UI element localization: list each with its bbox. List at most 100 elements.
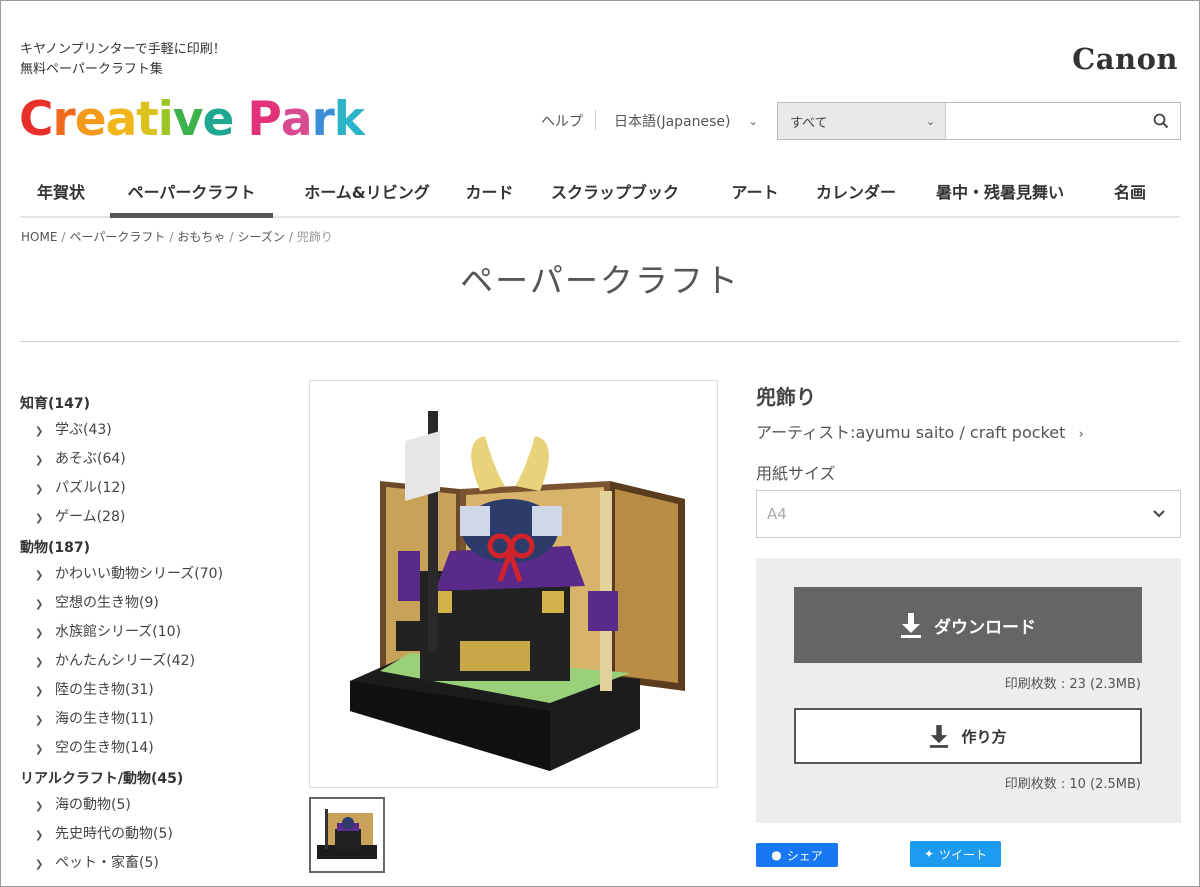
divider xyxy=(20,341,1180,342)
breadcrumb-link[interactable]: おもちゃ xyxy=(177,230,225,244)
paper-size-value: A4 xyxy=(767,505,787,523)
search-category-label: すべて xyxy=(790,115,828,131)
kabuto-craft-image xyxy=(350,411,685,771)
tagline-line-1: キヤノンプリンターで手軽に印刷！ xyxy=(20,42,226,57)
category-item[interactable]: ❯ かんたんシリーズ(42) xyxy=(20,647,280,676)
category-item-label: パズル(12) xyxy=(55,480,126,496)
twitter-share-label: ツイート xyxy=(939,847,988,862)
search-input[interactable] xyxy=(946,103,1143,139)
category-item[interactable]: ❯ かわいい動物シリーズ(70) xyxy=(20,560,280,589)
nav-item[interactable]: ペーパークラフト xyxy=(110,166,273,218)
page-title: ペーパークラフト xyxy=(460,261,740,300)
facebook-share-button[interactable]: ● シェア xyxy=(756,843,838,867)
chevron-right-icon: ❯ xyxy=(35,570,44,581)
product-thumbnail[interactable] xyxy=(309,797,385,873)
main-nav: 年賀状 ペーパークラフト ホーム&リビング カード スクラップブック アート カレンダー 暑中… xyxy=(20,166,1180,218)
chevron-right-icon: ❯ xyxy=(35,599,44,610)
chevron-right-icon: ❯ xyxy=(35,426,44,437)
site-tagline: キヤノンプリンターで手軽に印刷！ 無料ペーパークラフト集 xyxy=(20,40,226,80)
category-item-label: ペット・家畜(5) xyxy=(55,855,159,871)
logo-letter: C xyxy=(19,92,53,147)
category-item[interactable]: ❯ 先史時代の動物(5) xyxy=(20,820,280,849)
logo-letter: a xyxy=(280,92,313,147)
breadcrumb-separator: / xyxy=(169,230,174,244)
category-item-label: 先史時代の動物(5) xyxy=(55,826,173,842)
nav-item[interactable]: カレンダー xyxy=(800,166,912,216)
logo-letter: i xyxy=(157,92,174,147)
nav-item[interactable]: カード xyxy=(452,166,527,216)
search-button[interactable] xyxy=(1142,103,1180,139)
nav-item[interactable]: アート xyxy=(710,166,800,216)
category-item-label: 空想の生き物(9) xyxy=(55,595,159,611)
help-link[interactable]: ヘルプ xyxy=(541,103,583,139)
category-item[interactable]: ❯ 空の生き物(14) xyxy=(20,734,280,763)
chevron-right-icon: ❯ xyxy=(35,484,44,495)
category-item[interactable]: ❯ あそぶ(64) xyxy=(20,445,280,474)
nav-item[interactable]: 名画 xyxy=(1095,166,1165,216)
artist-label: アーティスト:ayumu saito / craft pocket xyxy=(756,423,1066,442)
download-panel: ダウンロード 印刷枚数 : 23 (2.3MB) 作り方 印刷枚数 : 10 (… xyxy=(756,558,1181,823)
category-item[interactable]: ❯ 海の生き物(11) xyxy=(20,705,280,734)
category-item[interactable]: ❯ ペット・家畜(5) xyxy=(20,849,280,878)
facebook-share-label: シェア xyxy=(786,848,823,863)
category-item-label: あそぶ(64) xyxy=(55,451,126,467)
divider xyxy=(595,110,596,130)
download-button[interactable]: ダウンロード xyxy=(794,587,1142,663)
category-item-label: ゲーム(28) xyxy=(55,509,126,525)
howto-button[interactable]: 作り方 xyxy=(794,708,1142,764)
logo-letter: r xyxy=(311,92,335,147)
chevron-right-icon: ❯ xyxy=(35,657,44,668)
breadcrumb-current: 兜飾り xyxy=(296,230,333,244)
search-category-select[interactable]: すべて ⌄ xyxy=(778,103,947,139)
breadcrumb-link[interactable]: ペーパークラフト xyxy=(69,230,165,244)
facebook-icon: ● xyxy=(771,848,782,862)
artist-link[interactable]: アーティスト:ayumu saito / craft pocket › xyxy=(756,419,1084,443)
tagline-line-2: 無料ペーパークラフト集 xyxy=(20,62,163,77)
category-item-label: 水族館シリーズ(10) xyxy=(55,624,182,640)
canon-logo[interactable]: Canon xyxy=(1072,42,1178,76)
chevron-down-icon xyxy=(1153,510,1165,518)
download-icon xyxy=(929,724,949,748)
category-item-label: かんたんシリーズ(42) xyxy=(55,653,196,669)
nav-item[interactable]: ホーム&リビング xyxy=(282,166,452,216)
download-icon xyxy=(900,612,922,638)
breadcrumb-separator: / xyxy=(61,230,66,244)
category-item[interactable]: ❯ 空想の生き物(9) xyxy=(20,589,280,618)
breadcrumb-link[interactable]: HOME xyxy=(21,230,57,244)
howto-label: 作り方 xyxy=(961,727,1007,746)
nav-item[interactable]: 暑中・残暑見舞い xyxy=(920,166,1080,216)
logo-letter: P xyxy=(247,92,281,147)
category-item-label: 陸の生き物(31) xyxy=(55,682,154,698)
category-item[interactable]: ❯ 海の動物(5) xyxy=(20,791,280,820)
logo-letter: r xyxy=(52,92,76,147)
logo-letter: k xyxy=(333,92,365,147)
breadcrumb: HOME / ペーパークラフト / おもちゃ / シーズン / 兜飾り xyxy=(21,228,333,245)
chevron-right-icon: ❯ xyxy=(35,715,44,726)
twitter-share-button[interactable]: ✦ ツイート xyxy=(910,841,1001,867)
category-item[interactable]: ❯ 陸の生き物(31) xyxy=(20,676,280,705)
category-heading[interactable]: リアルクラフト/動物(45) xyxy=(20,767,280,791)
nav-item[interactable]: スクラップブック xyxy=(540,166,690,216)
category-heading[interactable]: 動物(187) xyxy=(20,536,280,560)
category-item[interactable]: ❯ 水族館シリーズ(10) xyxy=(20,618,280,647)
nav-item[interactable]: 年賀状 xyxy=(20,166,102,216)
chevron-right-icon: ❯ xyxy=(35,859,44,870)
category-item-label: 海の生き物(11) xyxy=(55,711,154,727)
breadcrumb-separator: / xyxy=(229,230,234,244)
language-selector[interactable]: 日本語(Japanese) ⌄ xyxy=(614,103,758,139)
chevron-right-icon: › xyxy=(1078,427,1084,442)
product-main-image[interactable] xyxy=(309,380,718,788)
category-heading[interactable]: 知育(147) xyxy=(20,392,280,416)
creative-park-logo[interactable]: Creative Park xyxy=(19,90,365,150)
breadcrumb-link[interactable]: シーズン xyxy=(237,230,284,244)
category-item[interactable]: ❯ ゲーム(28) xyxy=(20,503,280,532)
search-bar: すべて ⌄ xyxy=(777,102,1181,140)
category-item[interactable]: ❯ 学ぶ(43) xyxy=(20,416,280,445)
product-name: 兜飾り xyxy=(756,385,816,409)
chevron-right-icon: ❯ xyxy=(35,513,44,524)
paper-size-label: 用紙サイズ xyxy=(756,464,836,483)
paper-size-select[interactable]: A4 xyxy=(756,490,1181,538)
category-item[interactable]: ❯ パズル(12) xyxy=(20,474,280,503)
category-item-label: かわいい動物シリーズ(70) xyxy=(55,566,224,582)
chevron-down-icon: ⌄ xyxy=(748,114,758,128)
